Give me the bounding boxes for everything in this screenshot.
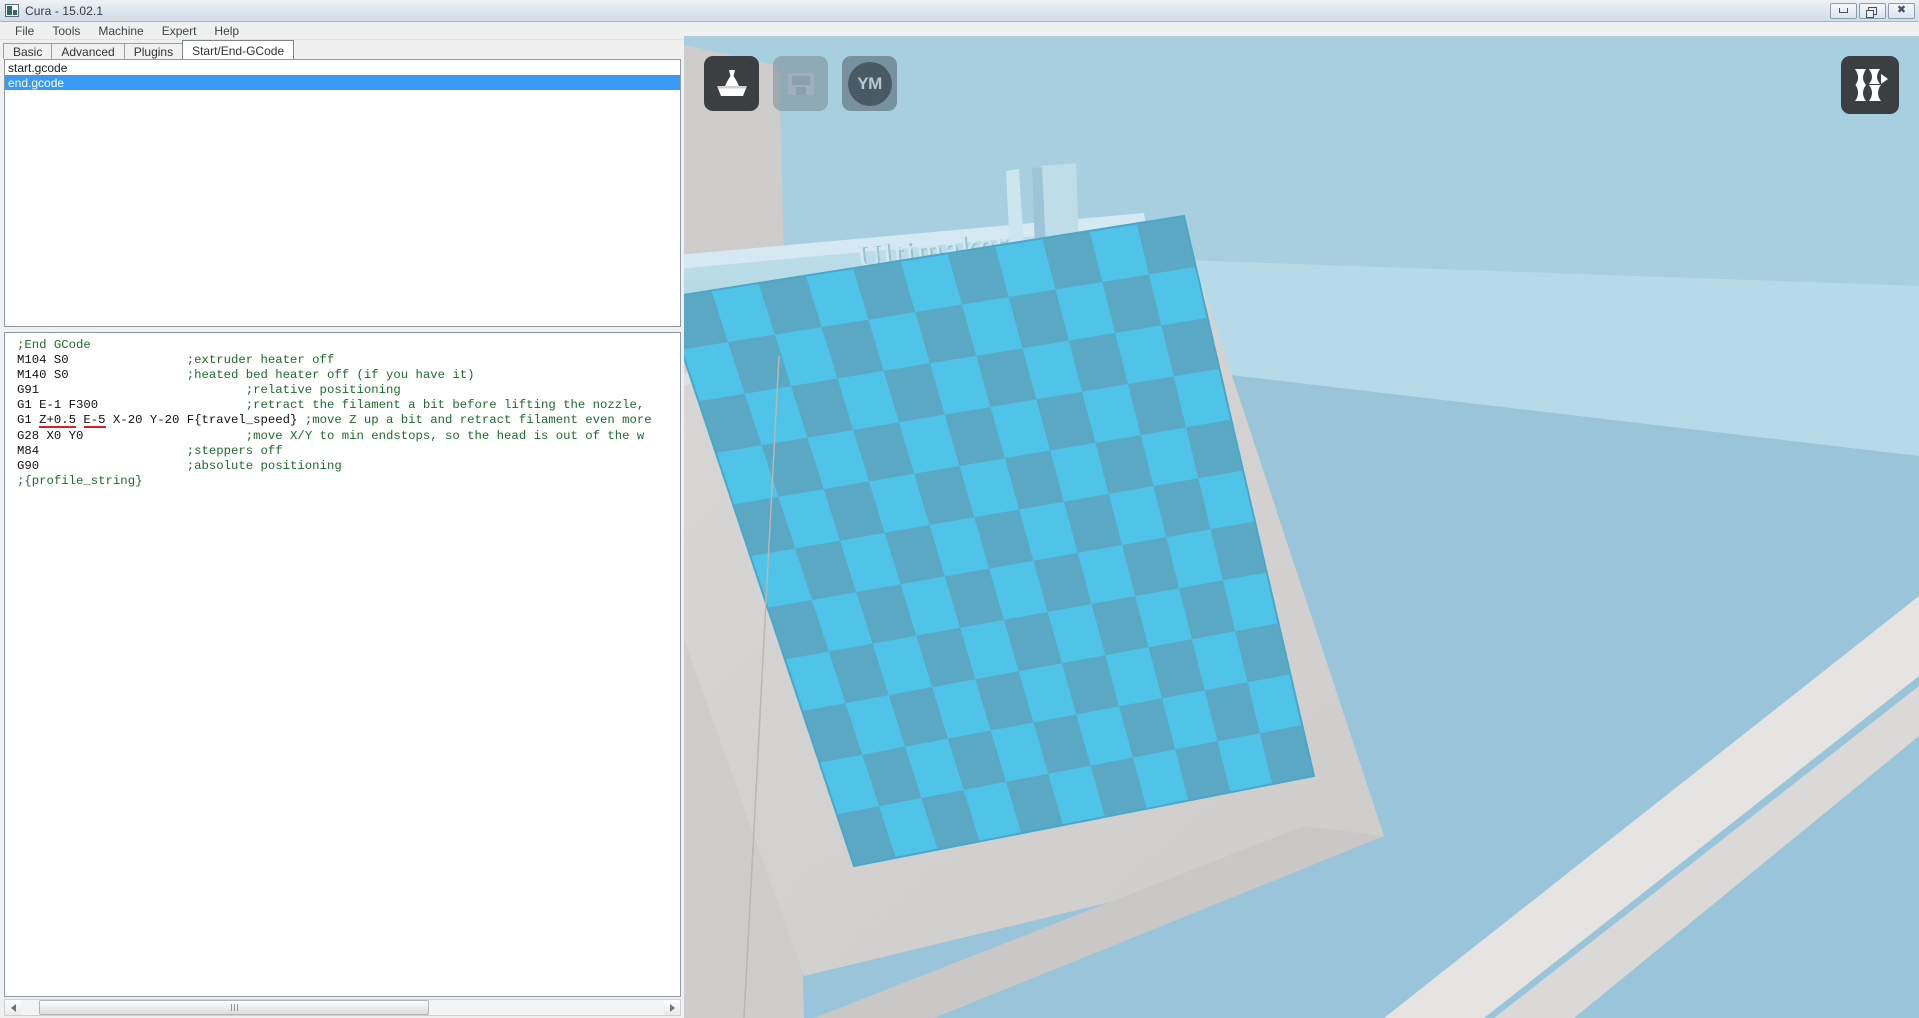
chassis-highlight-band-1 <box>1384 596 1919 1018</box>
window-titlebar: Cura - 15.02.1 ✖ <box>0 0 1919 22</box>
gcode-command: G28 X0 Y0 <box>17 428 84 443</box>
3d-viewport[interactable]: Ultimaker Ultimaker YM <box>684 36 1919 1018</box>
gcode-line: G90 ;absolute positioning <box>17 459 680 474</box>
gcode-command: M84 <box>17 443 40 458</box>
menu-item-expert[interactable]: Expert <box>153 22 206 40</box>
load-model-icon <box>716 69 747 96</box>
menu-item-machine[interactable]: Machine <box>89 22 152 40</box>
menu-item-file[interactable]: File <box>6 22 43 40</box>
gcode-command: ;End GCode <box>17 338 91 352</box>
gcode-text[interactable]: ;End GCode M104 S0 ;extruder heater off M1… <box>5 333 680 489</box>
chevron-left-icon <box>10 1003 16 1012</box>
layers-view-icon <box>1855 69 1888 101</box>
settings-tabs: Basic Advanced Plugins Start/End-GCode <box>0 40 684 59</box>
youmagine-icon: YM <box>847 61 892 106</box>
settings-panel: Basic Advanced Plugins Start/End-GCode star… <box>0 40 684 1018</box>
cura-window: Cura - 15.02.1 ✖ File Tools Machine Expert H… <box>0 0 1919 1018</box>
gcode-command: M104 S0 <box>17 353 69 368</box>
printer-scene: Ultimaker Ultimaker <box>684 36 1919 1018</box>
gcode-line: G28 X0 Y0 ;move X/Y to min endstops, so … <box>17 429 680 444</box>
scroll-track[interactable] <box>21 1000 664 1015</box>
gcode-line: G1 Z+0.5 E-5 X-20 Y-20 F{travel_speed} ;… <box>17 413 680 428</box>
tab-plugins[interactable]: Plugins <box>123 43 184 59</box>
editor-horizontal-scrollbar[interactable] <box>4 999 681 1016</box>
gcode-line: M104 S0 ;extruder heater off <box>17 353 680 368</box>
gcode-line: G1 E-1 F300 ;retract the filament a bit … <box>17 398 680 413</box>
menu-item-help[interactable]: Help <box>205 22 248 40</box>
viewport-toolbar: YM <box>704 56 897 111</box>
tab-advanced[interactable]: Advanced <box>51 43 125 59</box>
gcode-line: ;{profile_string} <box>17 474 680 489</box>
gcode-comment: ;absolute positioning <box>186 458 342 473</box>
restore-button[interactable] <box>1859 2 1886 19</box>
tab-basic[interactable]: Basic <box>3 43 53 59</box>
gcode-comment: ;extruder heater off <box>186 353 335 368</box>
gcode-comment: ;relative positioning <box>245 383 401 398</box>
menu-item-tools[interactable]: Tools <box>43 22 89 40</box>
save-floppy-icon <box>787 72 814 95</box>
youmagine-share-button[interactable]: YM <box>842 56 897 111</box>
close-icon: ✖ <box>1896 4 1907 16</box>
gcode-line: M140 S0 ;heated bed heater off (if you h… <box>17 368 680 383</box>
gcode-command: G90 <box>17 458 40 473</box>
gcode-comment: ;heated bed heater off (if you have it) <box>186 368 475 383</box>
gcode-command: G91 <box>17 383 40 398</box>
gcode-comment: ;move Z up a bit and retract filament ev… <box>304 413 652 428</box>
gcode-command: ;{profile_string} <box>17 473 143 488</box>
scroll-left-arrow[interactable] <box>5 1000 21 1015</box>
window-controls: ✖ <box>1830 2 1919 19</box>
gcode-file-list[interactable]: start.gcode end.gcode <box>4 59 681 327</box>
chevron-right-icon <box>669 1003 675 1012</box>
gcode-comment: ;move X/Y to min endstops, so the head i… <box>245 428 645 443</box>
gcode-comment: ;steppers off <box>186 443 283 458</box>
save-toolpath-button[interactable] <box>773 56 828 111</box>
chassis-highlight-band-2 <box>1494 686 1919 1018</box>
gcode-command: G1 E-1 F300 <box>17 398 99 413</box>
gcode-editor[interactable]: ;End GCode M104 S0 ;extruder heater off M1… <box>4 332 681 997</box>
list-item[interactable]: start.gcode <box>5 60 680 75</box>
gcode-line: M84 ;steppers off <box>17 444 680 459</box>
load-model-button[interactable] <box>704 56 759 111</box>
minimize-button[interactable] <box>1830 2 1857 19</box>
minimize-icon <box>1839 8 1848 13</box>
gcode-line: G91 ;relative positioning <box>17 383 680 398</box>
horizontal-scroll-thumb[interactable] <box>39 1000 429 1015</box>
scroll-grip-icon <box>230 1004 238 1011</box>
gcode-command: M140 S0 <box>17 368 69 383</box>
scroll-right-arrow[interactable] <box>664 1000 680 1015</box>
error-underline <box>83 425 106 428</box>
error-underline <box>39 425 77 428</box>
window-title: Cura - 15.02.1 <box>25 3 104 18</box>
restore-icon <box>1866 6 1877 18</box>
gcode-line: ;End GCode <box>17 338 680 353</box>
cura-app-icon <box>5 4 19 17</box>
tab-start-end-gcode[interactable]: Start/End-GCode <box>182 40 295 59</box>
list-item[interactable]: end.gcode <box>5 75 680 90</box>
view-mode-button[interactable] <box>1841 56 1899 114</box>
close-button[interactable]: ✖ <box>1888 2 1915 19</box>
gcode-comment: ;retract the filament a bit before lifti… <box>245 398 645 413</box>
